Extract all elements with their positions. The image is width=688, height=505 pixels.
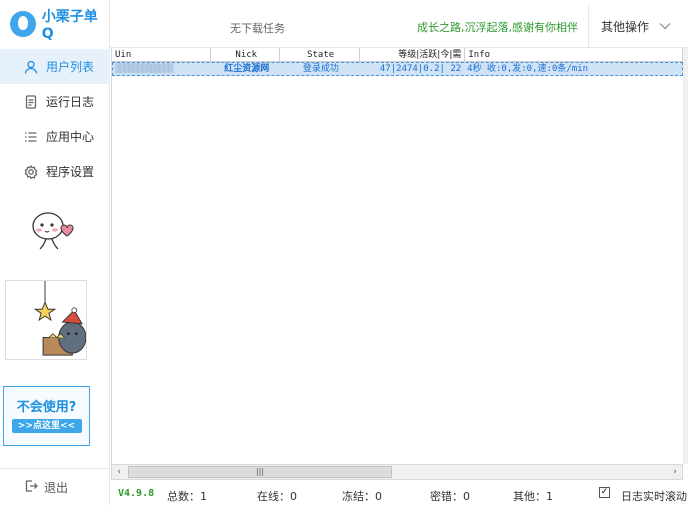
frozen-count: 冻结：0 [342,490,382,503]
app-title: 小栗子单Q [41,9,98,42]
sidebar-item-app-center[interactable]: 应用中心 [0,119,110,154]
log-autoscroll-checkbox[interactable]: ✓ [599,487,610,498]
column-header-uin[interactable]: Uin [112,48,211,61]
status-bar: V4.9.8 总数：1 在线：0 冻结：0 密错：0 其他：1 ✓ 日志实时滚动 [110,480,688,505]
horizontal-scrollbar[interactable]: ‹ ||| › [111,464,683,480]
sidebar-item-user-list[interactable]: 用户列表 [0,49,110,84]
more-operations-label: 其他操作 [601,19,650,34]
total-count: 总数：1 [167,490,207,503]
more-operations-dropdown[interactable]: 其他操作 [588,4,688,48]
sidebar-item-label: 运行日志 [46,95,95,109]
column-header-level[interactable]: 等级|活跃|今|需 [360,48,466,61]
help-title: 不会使用? [16,400,77,415]
download-task-status: 无下载任务 [230,22,285,35]
column-header-nick[interactable]: Nick [211,48,280,61]
document-icon [24,94,38,109]
logout-label: 退出 [44,480,69,495]
sidebar-item-settings[interactable]: 程序设置 [0,154,110,189]
user-icon [24,60,38,74]
list-icon [24,130,38,144]
sidebar-item-label: 用户列表 [46,60,95,74]
table-header: Uin Nick State 等级|活跃|今|需 Info [112,48,683,62]
sticker-cat-star-icon [5,280,87,360]
sidebar-item-label: 应用中心 [46,130,95,144]
version-label: V4.9.8 [118,488,155,499]
gear-icon [24,164,38,179]
help-click-here-button[interactable]: >>点这里<< [11,419,82,433]
column-header-info[interactable]: Info [465,48,683,61]
cell-info: 4秒 收:0,发:0,速:0条/min [467,64,589,74]
header-bar: 无下载任务 成长之路,沉浮起落,感谢有你相伴 其他操作 [110,4,688,48]
app-window: 小栗子单Q 用户列表 运行日志 应用中心 程序设置 不会使用? >>点这里<< … [0,0,688,505]
cell-nick: 红尘资源网 [224,64,270,74]
slogan-text: 成长之路,沉浮起落,感谢有你相伴 [417,21,578,34]
sticker-face-heart-icon [32,212,74,250]
sidebar-item-run-log[interactable]: 运行日志 [0,84,110,119]
help-banner[interactable]: 不会使用? >>点这里<< [3,386,90,446]
log-autoscroll-label: 日志实时滚动 [621,490,687,503]
logo-icon [10,11,36,37]
scroll-left-icon[interactable]: ‹ [112,465,126,479]
cell-uin-redacted: ▒▒▒▒▒▒▒▒▒▒▒▒▒ [115,64,173,74]
column-header-state[interactable]: State [280,48,360,61]
sidebar: 小栗子单Q 用户列表 运行日志 应用中心 程序设置 不会使用? >>点这里<< … [0,0,110,505]
online-count: 在线：0 [257,490,297,503]
logout-button[interactable]: 退出 [0,468,110,505]
scroll-thumb[interactable]: ||| [128,466,392,478]
other-count: 其他：1 [513,490,553,503]
cell-state: 登录成功 [302,64,339,74]
user-table: Uin Nick State 等级|活跃|今|需 Info ▒▒▒▒▒▒▒▒▒▒… [111,48,683,464]
sidebar-item-label: 程序设置 [46,165,95,179]
sidebar-nav: 用户列表 运行日志 应用中心 程序设置 [0,49,110,189]
chevron-down-icon [659,19,671,33]
app-logo: 小栗子单Q [10,9,109,42]
vertical-scrollbar[interactable] [683,48,688,464]
password-error-count: 密错：0 [430,490,470,503]
scroll-right-icon[interactable]: › [668,465,682,479]
cell-level: 47|2474|0.2| 22 [379,64,462,74]
table-row[interactable]: ▒▒▒▒▒▒▒▒▒▒▒▒▒ 红尘资源网 登录成功 47|2474|0.2| 22… [112,62,683,76]
logout-icon [24,479,38,496]
